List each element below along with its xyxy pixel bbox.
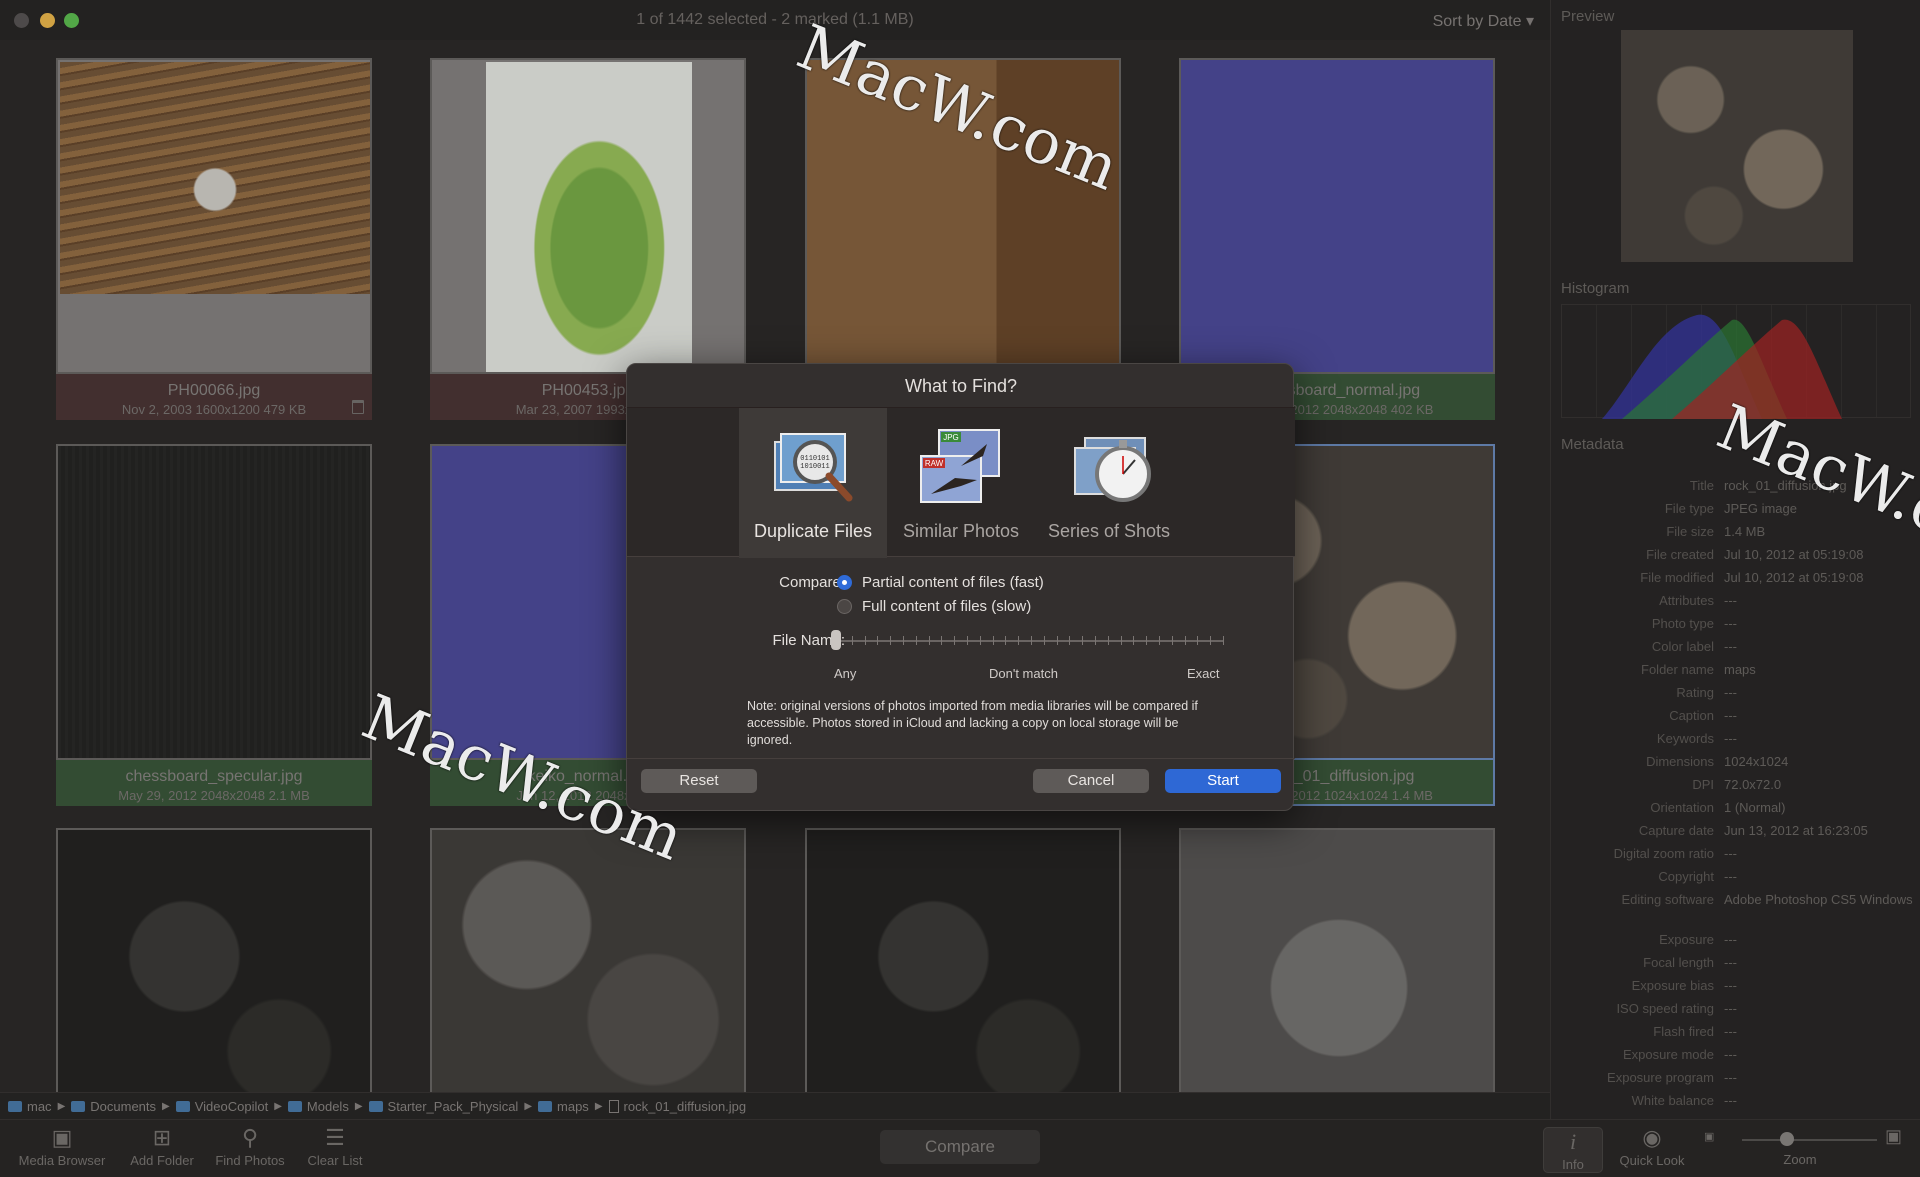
- duplicate-files-icon: 0110101 1010011: [774, 433, 853, 502]
- slider-tick: [864, 636, 866, 645]
- tab-label: Duplicate Files: [753, 521, 873, 541]
- cancel-button[interactable]: Cancel: [1033, 769, 1149, 793]
- compare-label: Compare:: [779, 574, 845, 591]
- radio-partial-content-label[interactable]: Partial content of files (fast): [862, 574, 1044, 591]
- start-button[interactable]: Start: [1165, 769, 1281, 793]
- slider-tick: [915, 636, 917, 645]
- svg-text:JPG: JPG: [943, 433, 959, 442]
- series-of-shots-icon: [1074, 437, 1151, 502]
- slider-tick: [851, 636, 853, 645]
- tab-label: Series of Shots: [1047, 521, 1171, 541]
- what-to-find-dialog: What to Find? 0110101 1010011 Duplicate …: [626, 363, 1295, 812]
- slider-tick: [1171, 636, 1173, 645]
- slider-tick: [877, 636, 879, 645]
- slider-tick: [992, 636, 994, 645]
- slider-tick: [967, 636, 968, 645]
- slider-tick: [979, 636, 981, 645]
- slider-tick: [941, 636, 943, 645]
- slider-tick: [1197, 636, 1199, 645]
- slider-tick: [903, 636, 904, 645]
- slider-tick: [1082, 636, 1084, 645]
- app-window: 1 of 1442 selected - 2 marked (1.1 MB) S…: [0, 0, 1920, 1177]
- search-mode-tabs: 0110101 1010011 Duplicate Files JPG RAW: [627, 407, 1295, 558]
- reset-button[interactable]: Reset: [641, 769, 757, 793]
- slider-tick: [1043, 636, 1045, 645]
- slider-tick: [928, 636, 930, 645]
- slider-tick: [1095, 636, 1096, 645]
- svg-text:0110101: 0110101: [800, 455, 829, 463]
- filename-match-slider-knob[interactable]: [831, 630, 841, 650]
- slider-tick: [1056, 636, 1058, 645]
- svg-text:1010011: 1010011: [800, 463, 829, 471]
- slider-tick: [1133, 636, 1135, 645]
- slider-tick: [1146, 636, 1148, 645]
- radio-full-content-label[interactable]: Full content of files (slow): [862, 598, 1031, 615]
- slider-tick: [1184, 636, 1186, 645]
- slider-label-any: Any: [834, 666, 857, 681]
- radio-full-content[interactable]: [837, 599, 852, 614]
- slider-tick: [1005, 636, 1007, 645]
- dialog-note: Note: original versions of photos import…: [747, 699, 1198, 747]
- slider-tick: [1210, 636, 1212, 645]
- slider-tick: [890, 636, 892, 645]
- tab-series-of-shots[interactable]: Series of Shots: [1035, 408, 1183, 558]
- similar-photos-icon: JPG RAW: [920, 429, 1000, 503]
- slider-tick: [954, 636, 956, 645]
- radio-partial-content[interactable]: [837, 575, 852, 590]
- tab-duplicate-files[interactable]: 0110101 1010011 Duplicate Files: [739, 408, 887, 558]
- slider-tick: [1107, 636, 1109, 645]
- dialog-title: What to Find?: [904, 376, 1018, 396]
- slider-tick: [1159, 636, 1160, 645]
- slider-tick: [1018, 636, 1020, 645]
- svg-text:RAW: RAW: [925, 459, 944, 468]
- slider-label-dont-match: Don't match: [989, 666, 1058, 681]
- slider-tick: [1223, 636, 1224, 645]
- slider-tick: [1120, 636, 1122, 645]
- slider-label-exact: Exact: [1187, 666, 1220, 681]
- slider-tick: [1069, 636, 1071, 645]
- tab-similar-photos[interactable]: JPG RAW Similar Photos: [887, 408, 1035, 558]
- tab-label: Similar Photos: [902, 521, 1020, 541]
- slider-tick: [1031, 636, 1032, 645]
- dialog-buttons: Reset Cancel Start: [627, 758, 1295, 812]
